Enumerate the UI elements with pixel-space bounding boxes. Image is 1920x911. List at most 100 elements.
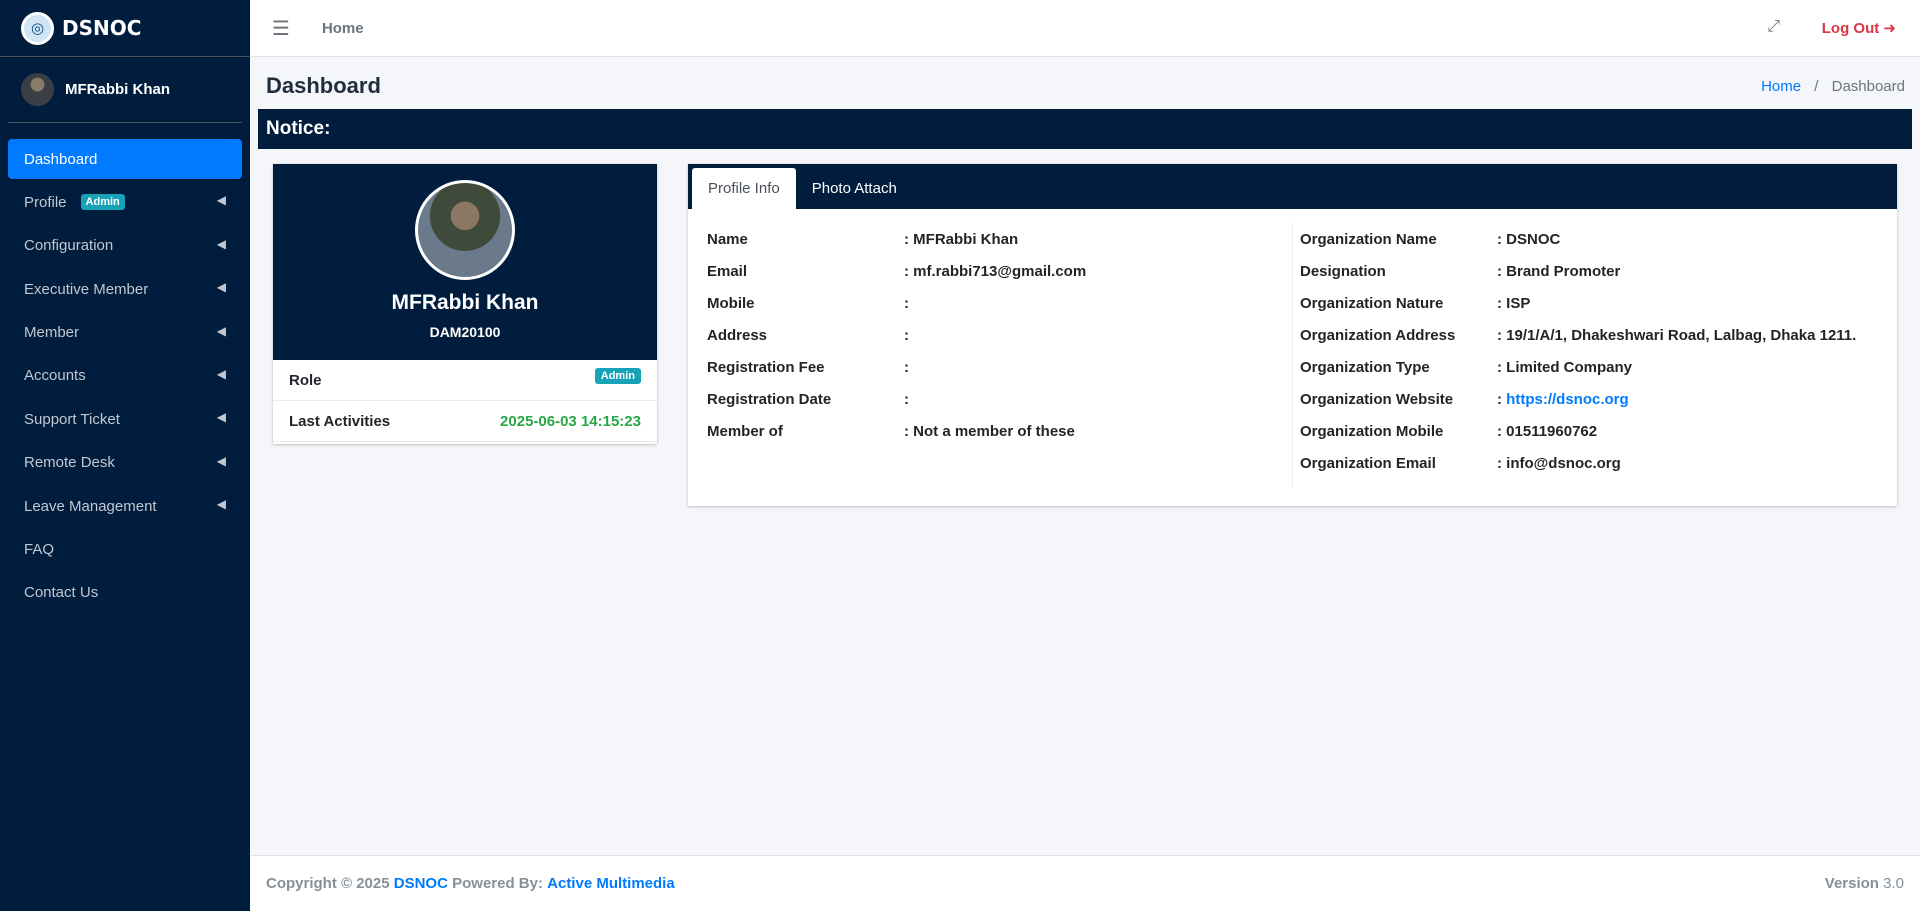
tab-bar: Profile Info Photo Attach (688, 164, 1897, 209)
info-row-organization-address: Organization Address : 19/1/A/1, Dhakeshw… (1300, 319, 1882, 351)
info-label: Mobile (707, 294, 755, 312)
footer-version: Version 3.0 (1825, 875, 1904, 892)
chevron-left-icon: ◀ (216, 323, 226, 338)
info-row-member-of: Member of : Not a member of these (707, 415, 1287, 447)
info-row-name: Name : MFRabbi Khan (707, 223, 1287, 255)
info-value: : Brand Promoter (1497, 262, 1621, 280)
profile-id: DAM20100 (429, 324, 501, 340)
sidebar-item-profile[interactable]: Profile Admin ◀ (8, 182, 242, 222)
topbar: ☰ Home ⤢ Log Out ➜ (250, 0, 1920, 57)
sidebar-item-support-ticket[interactable]: Support Ticket ◀ (8, 399, 242, 439)
info-label: Registration Fee (707, 358, 825, 376)
info-value: : Limited Company (1497, 358, 1633, 376)
organization-info-column: Organization Name : DSNOC Designation: Br… (1292, 223, 1882, 488)
sidebar-item-accounts[interactable]: Accounts ◀ (8, 356, 242, 396)
role-badge: Admin (594, 368, 641, 384)
user-name: MFRabbi Khan (65, 81, 170, 98)
sidebar-item-remote-desk[interactable]: Remote Desk ◀ (8, 443, 242, 483)
info-row-organization-type: Organization Type : Limited Company (1300, 351, 1882, 383)
profile-card: MFRabbi Khan DAM20100 Role Admin Last Ac… (273, 164, 657, 444)
chevron-left-icon: ◀ (216, 410, 226, 425)
sidebar-item-executive-member[interactable]: Executive Member ◀ (8, 269, 242, 309)
sidebar-item-contact-us[interactable]: Contact Us (8, 573, 242, 613)
sidebar-item-label: Member (24, 324, 80, 342)
footer-powered-link[interactable]: Active Multimedia (547, 875, 675, 892)
info-label: Member of (707, 422, 783, 440)
info-value: : (904, 326, 909, 344)
breadcrumb-home-link[interactable]: Home (1761, 78, 1801, 95)
info-value-prefix: : (1497, 390, 1507, 408)
info-label: Organization Email (1300, 454, 1436, 472)
profile-header: MFRabbi Khan DAM20100 (273, 164, 657, 360)
info-row-registration-fee: Registration Fee: (707, 351, 1287, 383)
logout-icon: ➜ (1883, 20, 1896, 37)
sidebar-item-label: FAQ (24, 541, 55, 559)
brand-link[interactable]: ◎ DSNOC (0, 0, 250, 57)
info-row-organization-nature: Organization Nature : ISP (1300, 287, 1882, 319)
last-activities-label: Last Activities (289, 412, 391, 430)
profile-photo (415, 180, 515, 280)
sidebar: ◎ DSNOC MFRabbi Khan Dashboard Profile A… (0, 0, 250, 911)
logout-button[interactable]: Log Out ➜ (1822, 19, 1896, 37)
sidebar-item-label: Leave Management (24, 497, 157, 515)
tab-photo-attach[interactable]: Photo Attach (796, 168, 913, 209)
topbar-home-link[interactable]: Home (322, 20, 364, 37)
sidebar-item-label: Remote Desk (24, 454, 115, 472)
info-value: : Not a member of these (904, 422, 1075, 440)
sidebar-item-label: Contact Us (24, 584, 99, 602)
info-label: Email (707, 262, 748, 280)
tab-content: Name : MFRabbi Khan Email: mf.rabbi713@gm… (688, 209, 1897, 506)
info-row-email: Email: mf.rabbi713@gmail.com (707, 255, 1287, 287)
info-row-organization-name: Organization Name : DSNOC (1300, 223, 1882, 255)
info-label: Organization Nature (1300, 294, 1444, 312)
tab-profile-info[interactable]: Profile Info (692, 168, 796, 209)
sidebar-item-label: Accounts (24, 367, 86, 385)
info-value: : DSNOC (1497, 230, 1561, 248)
sidebar-item-dashboard[interactable]: Dashboard (8, 139, 242, 179)
info-value: : MFRabbi Khan (904, 230, 1019, 248)
role-row: Role Admin (273, 360, 657, 401)
version-value: 3.0 (1883, 875, 1904, 892)
admin-badge: Admin (80, 194, 125, 211)
info-row-organization-website: Organization Website: https://dsnoc.org (1300, 383, 1882, 415)
last-activities-value: 2025-06-03 14:15:23 (500, 412, 641, 430)
role-label: Role (289, 371, 322, 389)
organization-website-link[interactable]: https://dsnoc.org (1506, 391, 1629, 408)
sidebar-item-label: Profile (24, 193, 67, 211)
info-label: Organization Website (1300, 390, 1454, 408)
sidebar-item-member[interactable]: Member ◀ (8, 313, 242, 353)
personal-info-column: Name : MFRabbi Khan Email: mf.rabbi713@gm… (707, 223, 1287, 447)
footer-brand-link[interactable]: DSNOC (394, 875, 448, 892)
user-panel[interactable]: MFRabbi Khan (8, 57, 242, 123)
info-label: Registration Date (707, 390, 832, 408)
sidebar-item-faq[interactable]: FAQ (8, 530, 242, 570)
brand-name: DSNOC (62, 16, 142, 40)
sidebar-item-leave-management[interactable]: Leave Management ◀ (8, 486, 242, 526)
fullscreen-icon[interactable]: ⤢ (1767, 18, 1780, 36)
info-row-registration-date: Registration Date: (707, 383, 1287, 415)
sidebar-item-configuration[interactable]: Configuration ◀ (8, 226, 242, 266)
sidebar-item-label: Dashboard (24, 150, 98, 168)
info-label: Name (707, 230, 748, 248)
chevron-left-icon: ◀ (216, 236, 226, 251)
page-title: Dashboard (266, 73, 381, 98)
sidebar-item-label: Executive Member (24, 280, 149, 298)
info-value: : ISP (1497, 294, 1531, 312)
sidebar-item-label: Support Ticket (24, 410, 120, 428)
sidebar-item-label: Configuration (24, 237, 114, 255)
chevron-left-icon: ◀ (216, 280, 226, 295)
info-label: Organization Address (1300, 326, 1456, 344)
chevron-left-icon: ◀ (216, 453, 226, 468)
user-avatar (21, 73, 54, 106)
version-label: Version (1824, 875, 1879, 892)
menu-toggle-icon[interactable]: ☰ (272, 16, 290, 41)
notice-bar: Notice: (258, 109, 1912, 149)
chevron-left-icon: ◀ (216, 193, 226, 208)
info-label: Organization Type (1300, 358, 1430, 376)
info-value: : (904, 358, 909, 376)
info-label: Organization Name (1300, 230, 1437, 248)
info-value: : 19/1/A/1, Dhakeshwari Road, Lalbag, Dh… (1497, 326, 1857, 344)
last-activities-row: Last Activities 2025-06-03 14:15:23 (273, 401, 657, 442)
info-row-designation: Designation: Brand Promoter (1300, 255, 1882, 287)
footer: Copyright © 2025 DSNOC Powered By: Activ… (250, 855, 1920, 911)
